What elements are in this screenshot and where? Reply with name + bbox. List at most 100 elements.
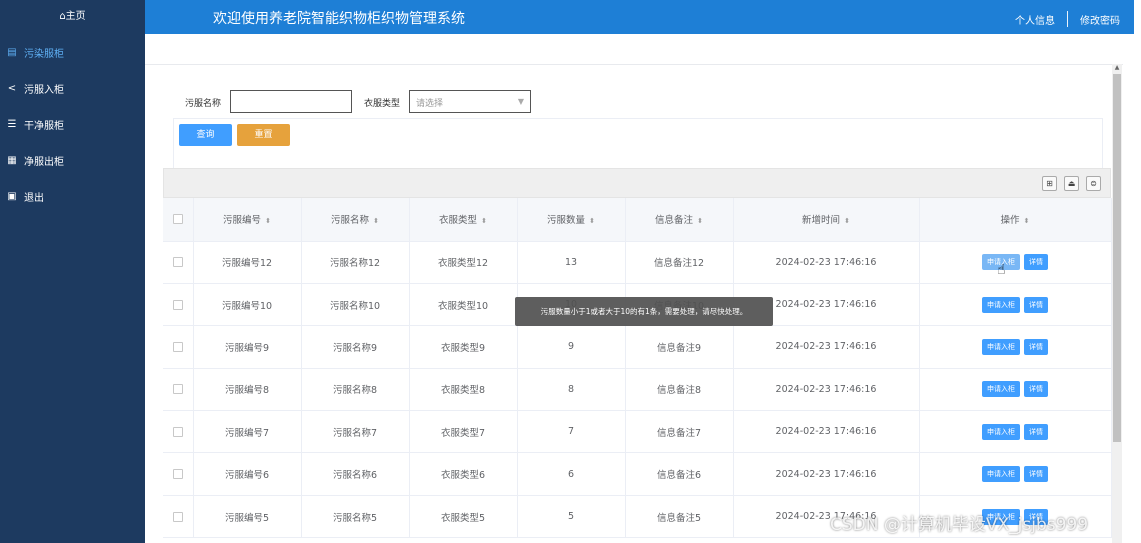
row-checkbox[interactable] (172, 511, 183, 522)
apply-in-button[interactable]: 申请入柜 (982, 338, 1020, 355)
detail-button[interactable]: 详情 (1024, 423, 1048, 440)
apply-in-button[interactable]: 申请入柜 (982, 423, 1020, 440)
type-select[interactable]: 请选择 ▼ (409, 90, 531, 113)
cell-name: 污服名称10 (301, 283, 410, 327)
select-all-cell (163, 198, 194, 242)
cell-name: 污服名称9 (301, 325, 410, 369)
table-row: 污服编号6 污服名称6 衣服类型6 6 信息备注6 2024-02-23 17:46:16… (163, 452, 1112, 496)
cell-note: 信息备注12 (625, 241, 734, 284)
share-icon: < (7, 82, 17, 94)
cell-actions: 申请入柜 详情 (919, 283, 1112, 327)
query-button[interactable]: 查询 (179, 124, 232, 146)
detail-button[interactable]: 详情 (1024, 466, 1048, 483)
export-icon[interactable]: ⏏ (1064, 176, 1079, 191)
reset-button[interactable]: 重置 (237, 124, 290, 146)
column-header[interactable]: 污服数量 ⬍ (517, 198, 626, 242)
table-row: 污服编号8 污服名称8 衣服类型8 8 信息备注8 2024-02-23 17:46:16… (163, 368, 1112, 412)
table-row: 污服编号12 污服名称12 衣服类型12 13 信息备注12 2024-02-23 17:… (163, 241, 1112, 284)
data-table: 污服编号 ⬍ 污服名称 ⬍ 衣服类型 ⬍ 污服数量 ⬍ 信息备注 ⬍ 新增时间 ⬍ 操作 ⬍ … (163, 198, 1112, 539)
cell-name: 污服名称6 (301, 452, 410, 496)
sidebar: ⌂主页 ▤ 污染服柜 < 污服入柜 ☰ 干净服柜 ▦ 净服出柜 ▣ 退出 (0, 0, 145, 543)
column-header[interactable]: 污服名称 ⬍ (301, 198, 410, 242)
row-checkbox[interactable] (172, 426, 183, 437)
sidebar-item-label: 干净服柜 (24, 120, 64, 132)
column-header[interactable]: 衣服类型 ⬍ (409, 198, 518, 242)
cell-no: 污服编号6 (193, 452, 302, 496)
sidebar-item-label: 污染服柜 (24, 48, 64, 60)
cell-type: 衣服类型5 (409, 495, 518, 539)
detail-button[interactable]: 详情 (1024, 338, 1048, 355)
list-icon: ☰ (7, 118, 17, 130)
select-all-checkbox[interactable] (172, 214, 183, 225)
sort-icon: ⬍ (844, 217, 850, 226)
cell-qty: 13 (517, 241, 626, 284)
cell-no: 污服编号8 (193, 368, 302, 412)
sidebar-item-clean-out[interactable]: ▦ 净服出柜 (0, 142, 145, 178)
detail-button[interactable]: 详情 (1024, 254, 1048, 271)
cell-no: 污服编号9 (193, 325, 302, 369)
watermark: CSDN @计算机毕设VX_jsjbs999 (830, 515, 1089, 535)
apply-in-button[interactable]: 申请入柜 (982, 296, 1020, 313)
scrollbar-thumb[interactable] (1113, 74, 1121, 442)
cell-name: 污服名称12 (301, 241, 410, 284)
cell-qty: 8 (517, 368, 626, 412)
table-wrapper: ⊞ ⏏ ⊜ 污服编号 ⬍ 污服名称 ⬍ 衣服类型 ⬍ 污服数量 ⬍ 信息备注 ⬍ 新增时间… (163, 168, 1112, 543)
cell-actions: 申请入柜 详情 (919, 325, 1112, 369)
sidebar-item-logout[interactable]: ▣ 退出 (0, 178, 145, 214)
apply-in-button[interactable]: 申请入柜 (982, 466, 1020, 483)
sidebar-home-label: 主页 (65, 11, 86, 22)
print-icon[interactable]: ⊜ (1086, 176, 1101, 191)
detail-button[interactable]: 详情 (1024, 296, 1048, 313)
columns-icon[interactable]: ⊞ (1042, 176, 1057, 191)
detail-button[interactable]: 详情 (1024, 381, 1048, 398)
row-select-cell (163, 368, 194, 412)
apply-in-button[interactable]: 申请入柜 (982, 381, 1020, 398)
header-divider (1067, 11, 1068, 27)
main-content: 污服名称 衣服类型 请选择 ▼ 查询 重置 ⊞ ⏏ ⊜ 污服编号 ⬍ 污服名称 ⬍ … (145, 34, 1123, 543)
cell-qty: 9 (517, 325, 626, 369)
row-checkbox[interactable] (172, 299, 183, 310)
row-checkbox[interactable] (172, 341, 183, 352)
column-header[interactable]: 新增时间 ⬍ (733, 198, 920, 242)
cell-note: 信息备注7 (625, 410, 734, 454)
cell-no: 污服编号10 (193, 283, 302, 327)
header-links: 个人信息 修改密码 (1015, 11, 1120, 27)
content-divider (145, 64, 1123, 65)
change-password-link[interactable]: 修改密码 (1080, 12, 1120, 27)
sidebar-item-label: 退出 (24, 192, 44, 204)
row-checkbox[interactable] (172, 384, 183, 395)
sidebar-item-clean-cabinet[interactable]: ☰ 干净服柜 (0, 106, 145, 142)
column-header[interactable]: 信息备注 ⬍ (625, 198, 734, 242)
row-select-cell (163, 241, 194, 284)
sidebar-item-dirty-in[interactable]: < 污服入柜 (0, 70, 145, 106)
cell-qty: 6 (517, 452, 626, 496)
profile-link[interactable]: 个人信息 (1015, 12, 1055, 27)
sidebar-home[interactable]: ⌂主页 (0, 0, 145, 34)
column-header[interactable]: 操作 ⬍ (919, 198, 1112, 242)
row-select-cell (163, 283, 194, 327)
column-header[interactable]: 污服编号 ⬍ (193, 198, 302, 242)
book-icon: ▤ (7, 46, 17, 58)
cell-time: 2024-02-23 17:46:16 (733, 325, 920, 369)
sort-icon: ⬍ (1023, 217, 1030, 226)
cell-qty: 7 (517, 410, 626, 454)
sidebar-item-dirty-cabinet[interactable]: ▤ 污染服柜 (0, 34, 145, 70)
chevron-down-icon: ▼ (517, 97, 524, 106)
hand-cursor-icon: ☝ (997, 262, 1006, 278)
cell-time: 2024-02-23 17:46:16 (733, 368, 920, 412)
cell-type: 衣服类型6 (409, 452, 518, 496)
cell-actions: 申请入柜 详情 (919, 241, 1112, 284)
scroll-up-icon[interactable]: ▲ (1113, 64, 1121, 71)
cell-no: 污服编号12 (193, 241, 302, 284)
row-checkbox[interactable] (172, 257, 183, 268)
cell-name: 污服名称7 (301, 410, 410, 454)
window-edge (1134, 0, 1141, 543)
cell-no: 污服编号5 (193, 495, 302, 539)
vertical-scrollbar[interactable]: ▲ (1112, 64, 1122, 543)
cell-qty: 5 (517, 495, 626, 539)
name-input[interactable] (230, 90, 352, 113)
row-checkbox[interactable] (172, 469, 183, 480)
page-title: 欢迎使用养老院智能织物柜织物管理系统 (213, 11, 465, 27)
cell-type: 衣服类型7 (409, 410, 518, 454)
sidebar-item-label: 净服出柜 (24, 156, 64, 168)
